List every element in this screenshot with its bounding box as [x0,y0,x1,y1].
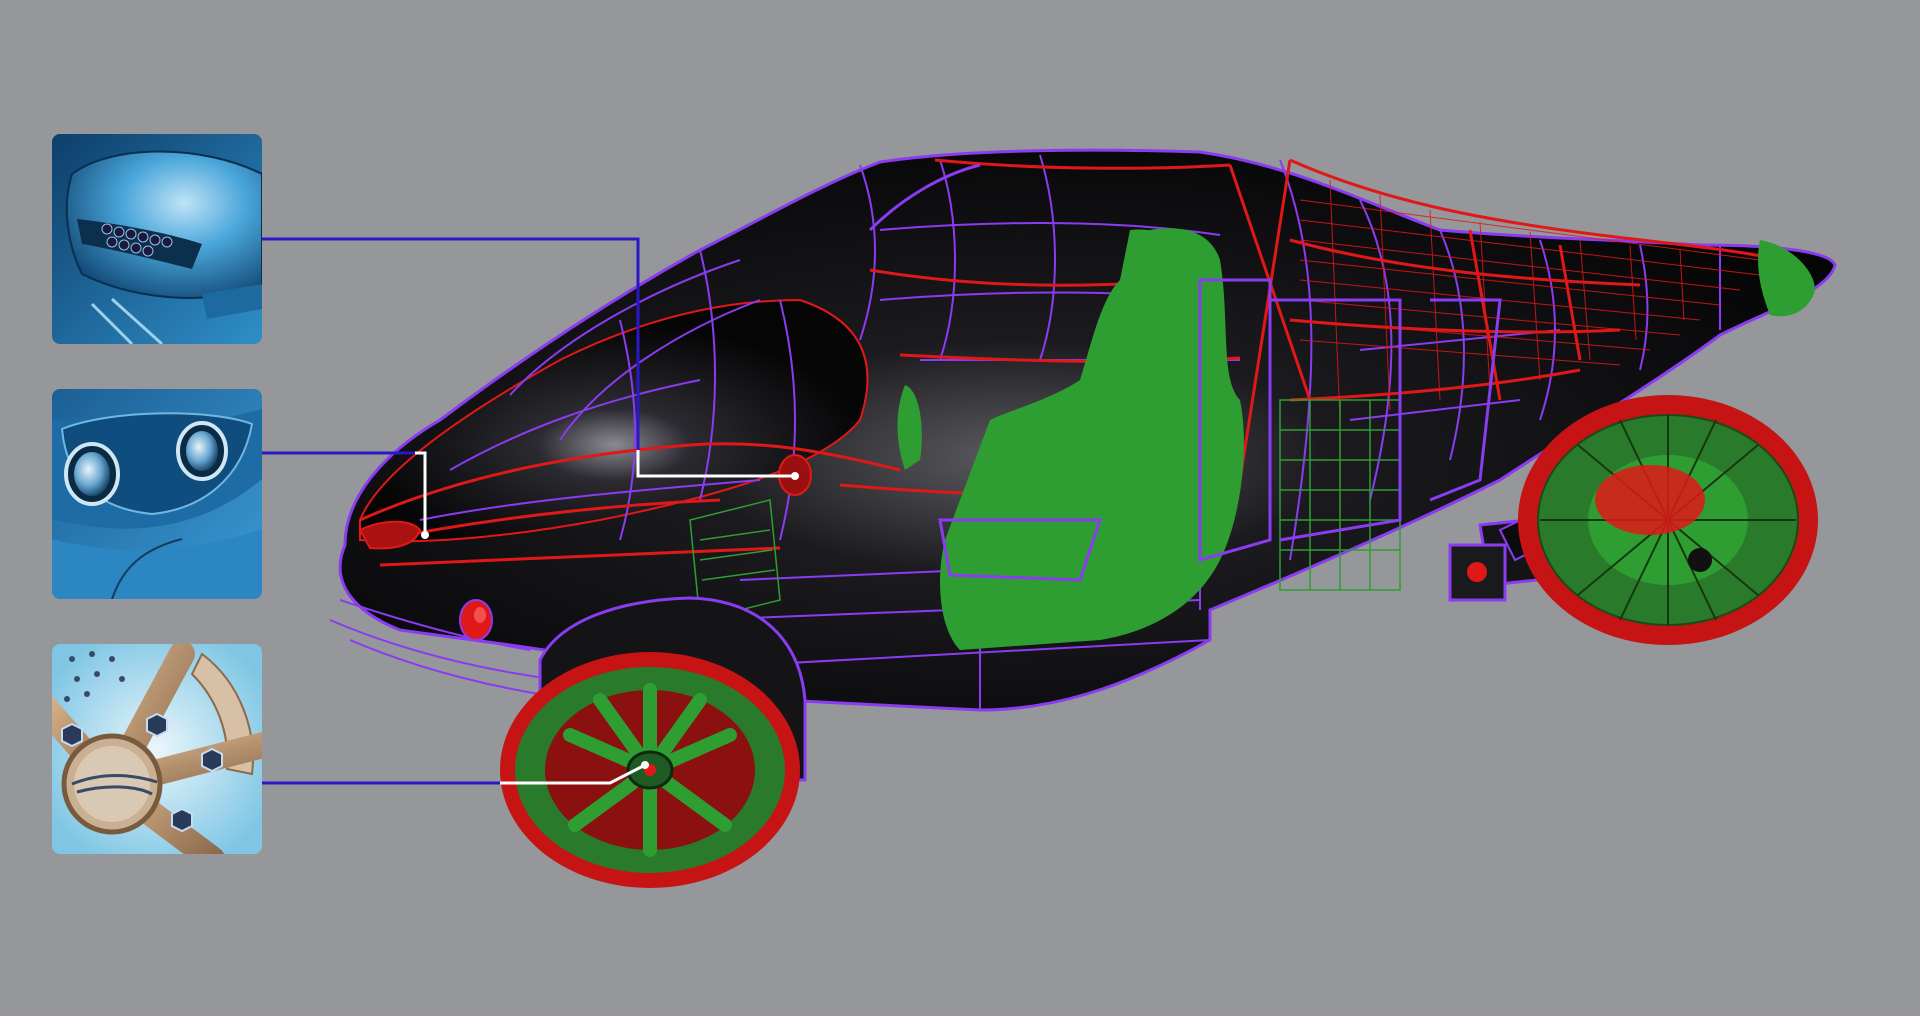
mirror-callout-dot [791,472,799,480]
wheel-callout-dot [641,761,649,769]
fog-lamp-detail-thumbnail [52,389,262,599]
wheel-icon [52,644,262,854]
rear-wheel [1518,395,1818,645]
wheel-hub-detail-thumbnail [52,644,262,854]
front-fog-lamp [459,599,493,641]
car-render [115,148,1837,888]
lamp-callout-dot [421,531,429,539]
canvas [0,0,1920,1016]
lamp-icon [52,389,262,599]
mirror-detail-thumbnail [52,134,262,344]
side-mirror-icon [52,134,262,344]
